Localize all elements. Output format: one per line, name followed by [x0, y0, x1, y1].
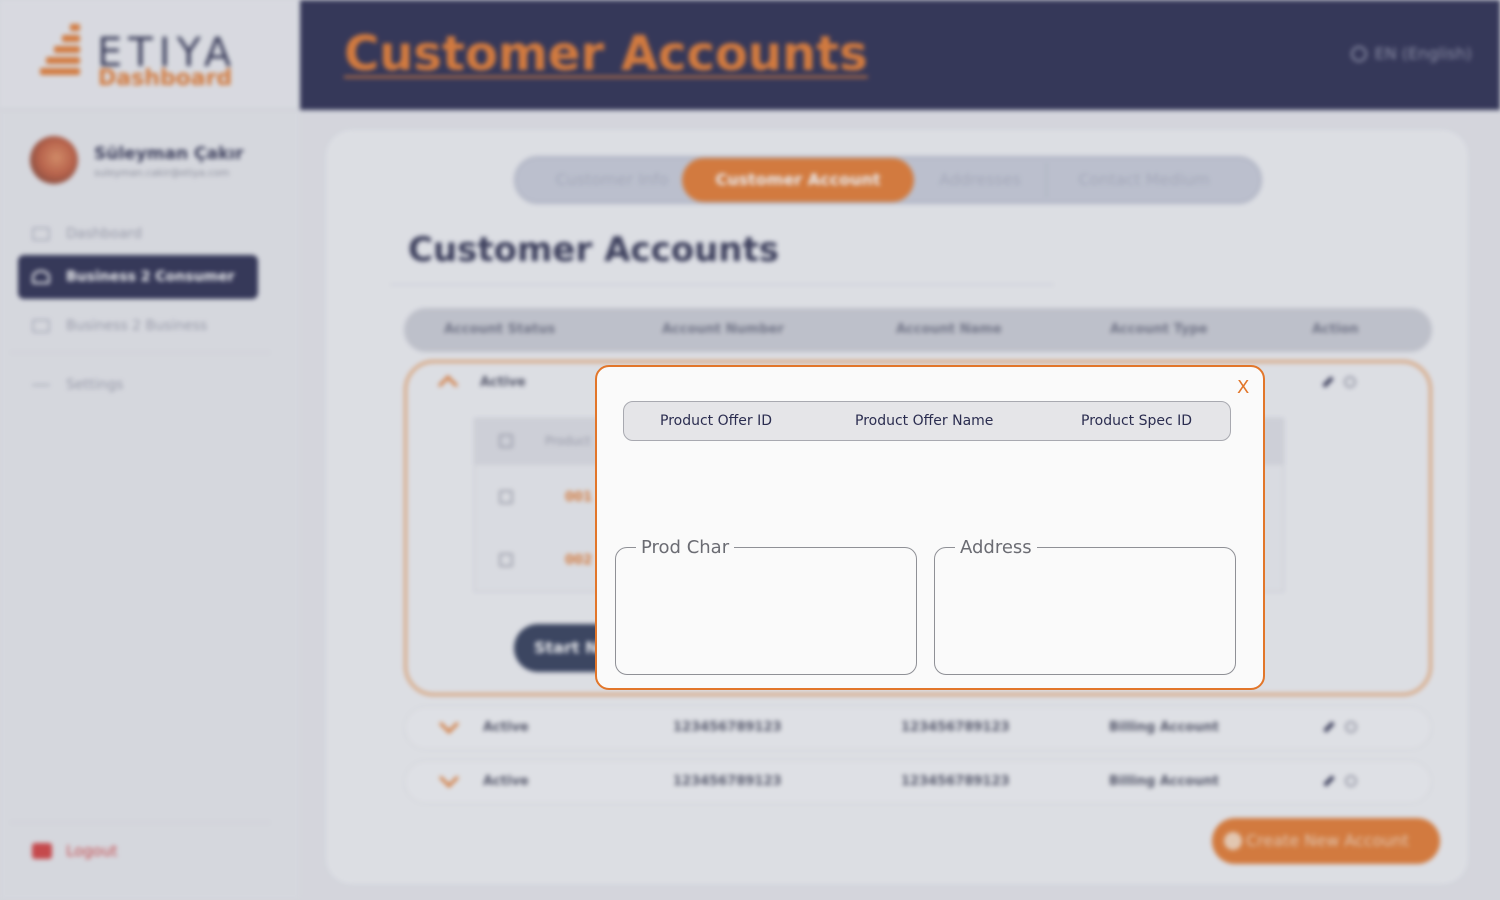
prod-char-label: Prod Char	[641, 537, 730, 558]
column-header-product-spec-id: Product Spec ID	[1081, 413, 1193, 429]
address-box: Address	[934, 537, 1236, 675]
column-header-product-offer-name: Product Offer Name	[855, 413, 994, 429]
column-header-product-offer-id: Product Offer ID	[660, 413, 772, 429]
close-button[interactable]: X	[1237, 377, 1249, 398]
prod-char-box: Prod Char	[615, 537, 917, 675]
product-detail-modal: X Product Offer ID Product Offer Name Pr…	[595, 365, 1265, 690]
address-label: Address	[960, 537, 1032, 558]
modal-table-header: Product Offer ID Product Offer Name Prod…	[623, 401, 1231, 441]
